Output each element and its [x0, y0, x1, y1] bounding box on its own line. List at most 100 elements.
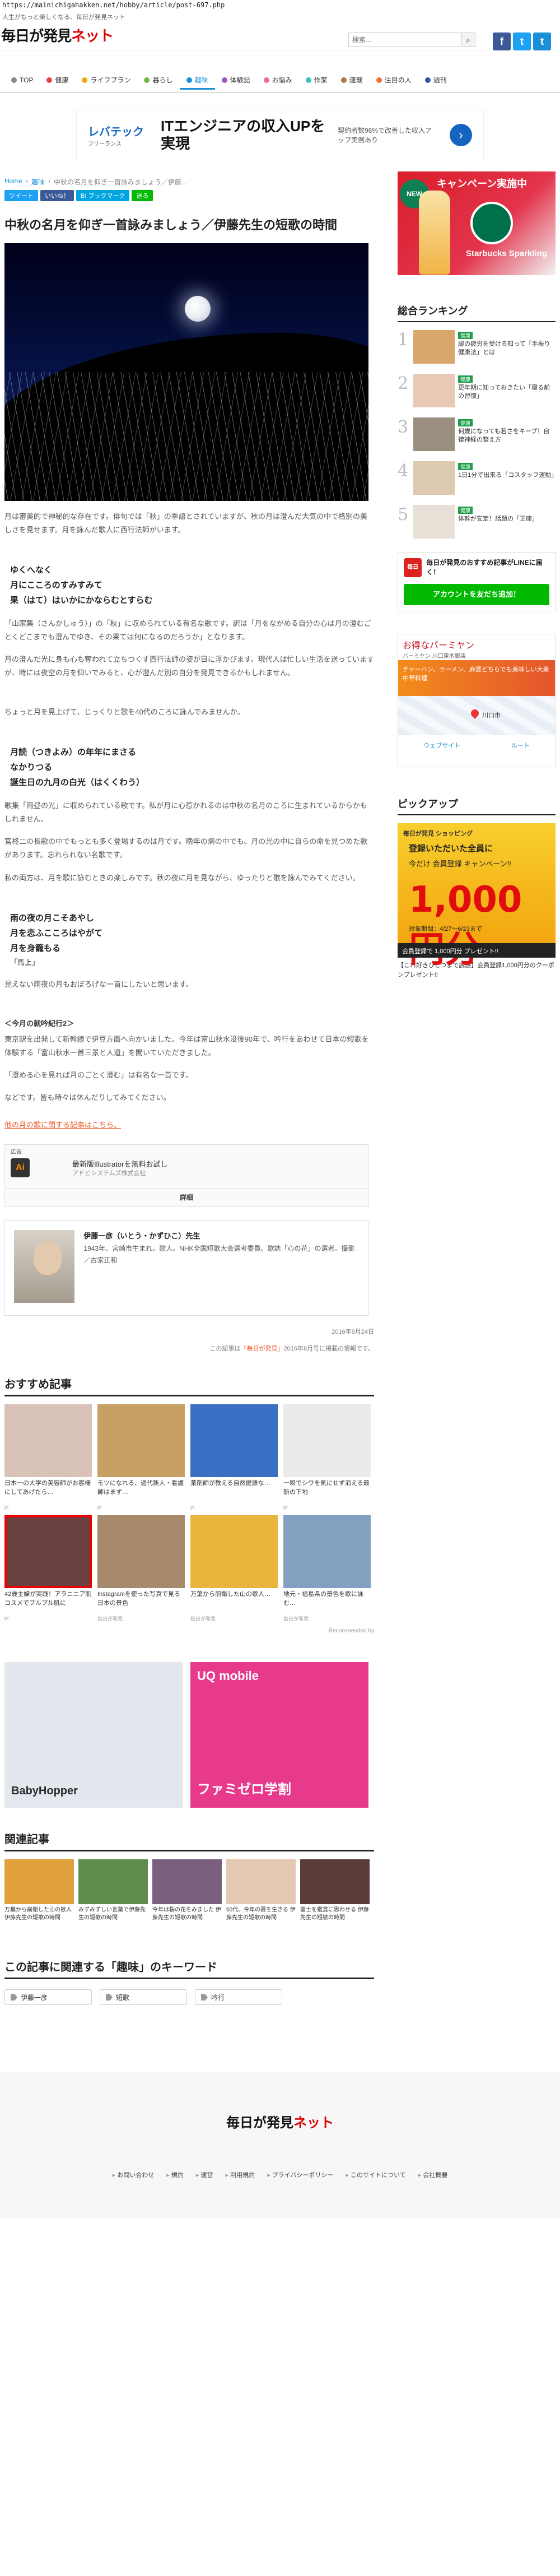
rank-thumbnail: [413, 374, 455, 407]
ranking-item[interactable]: 2 健康 更年期に知っておきたい「寝る前の習慣」: [398, 374, 556, 410]
ad-uq-mobile[interactable]: UQ mobile ファミゼロ学割: [190, 1662, 368, 1808]
url-bar[interactable]: https://mainichigahakken.net/hobby/artic…: [0, 0, 560, 10]
rank-text: 体幹が安定！話題の「正座」: [458, 516, 538, 522]
related-caption: 富士を鑑賞に思わせる 伊藤先生の短歌の時間: [300, 1907, 369, 1921]
footer-link[interactable]: 運営: [196, 2170, 213, 2179]
recommended-card[interactable]: Instagramを使った写真で見る日本の景色 毎日が発見: [97, 1515, 185, 1622]
footer-logo[interactable]: 毎日が発見ネット: [0, 2111, 560, 2131]
recommended-card[interactable]: モツになれる、週代新人・看護師はまず… pr: [97, 1404, 185, 1510]
nav-item[interactable]: 注目の人: [370, 72, 418, 90]
recommended-card[interactable]: 42歳主婦が実践！アラニニア肌コスメでプルプル肌に pr: [4, 1515, 92, 1622]
top-ad-banner[interactable]: レバテック フリーランス ITエンジニアの収入UPを実現 契約者数96%で改善した…: [76, 110, 484, 160]
article-paragraph: 月の澄んだ光に身も心も奪われて立ちつくす西行法師の姿が目に浮かびます。現代人は忙…: [4, 655, 375, 677]
article-paragraph: 宮柊二の長歌の中でもっとも多く登場するのは月です。晩年の病の中でも、月の光の中に…: [4, 837, 368, 860]
credit-link[interactable]: 『毎日が発見』: [241, 1345, 284, 1352]
nav-dot-icon: [305, 77, 311, 83]
ranking-item[interactable]: 1 健康 脚の疲労を受ける知って「手振り健康法」とは: [398, 330, 556, 366]
search-icon[interactable]: ⌕: [461, 33, 475, 47]
twitter-icon[interactable]: t: [513, 33, 531, 50]
nav-dot-icon: [11, 77, 17, 83]
related-link[interactable]: 他の月の歌に関する記事はこちら。: [4, 1119, 121, 1130]
nav-dot-icon: [340, 77, 347, 83]
sidebar-ad-starbucks[interactable]: NEW キャンペーン実施中 Starbucks Sparkling: [398, 171, 556, 275]
related-card[interactable]: 万葉から前衛した山の歌人 伊藤先生の短歌の時間: [4, 1859, 74, 1936]
related-card[interactable]: 今年は桜の花をみました 伊藤先生の短歌の時間: [152, 1859, 222, 1936]
share-button[interactable]: ツイート: [4, 190, 38, 201]
ranking-item[interactable]: 4 健康 1日1分で出来る「コスタッフ運動」: [398, 461, 557, 497]
twitter-icon-alt[interactable]: t: [533, 33, 551, 50]
card-thumbnail: [190, 1515, 278, 1589]
sidebar: NEW キャンペーン実施中 Starbucks Sparkling 総合ランキン…: [398, 171, 557, 2005]
card-caption: 日本一の大学の美容師がお客様にしてあげたら…: [4, 1480, 91, 1496]
ranking-item[interactable]: 3 健康 何歳になっても若さをキープ！自律神経の整え方: [398, 417, 556, 453]
rank-number: 4: [398, 461, 409, 481]
nav-dot-icon: [186, 77, 192, 83]
footer-link[interactable]: 利用規約: [225, 2170, 255, 2179]
author-box: 伊藤一彦（いとう・かずひこ）先生 1943年、宮崎市生まれ。歌人。NHK全国短歌…: [4, 1220, 368, 1316]
website-link[interactable]: ウェブサイト: [423, 741, 460, 750]
recommended-card[interactable]: 万葉から前衛した山の歌人… 毎日が発見: [190, 1515, 278, 1622]
pickup-ad[interactable]: 毎日が発見 ショッピング 登録いただいた全員に 今だけ 会員登録 キャンペーン!…: [398, 823, 556, 971]
inline-ad[interactable]: 広告 Ai 最新版Illustratorを無料お試し アドビシステムズ株式会社 …: [4, 1144, 368, 1208]
nav-item[interactable]: 週刊: [418, 72, 454, 90]
footer-link[interactable]: 規約: [166, 2170, 184, 2179]
footer-link[interactable]: このサイトについて: [346, 2170, 406, 2179]
recommended-card[interactable]: 地元・福島県の景色を歌に詠む… 毎日が発見: [283, 1515, 371, 1622]
recommended-card[interactable]: 一瞬でシワを気にせず消える最新の下地 pr: [283, 1404, 371, 1510]
nav-item[interactable]: 作家: [299, 72, 334, 90]
chevron-right-icon[interactable]: ›: [450, 124, 472, 146]
nav-item[interactable]: 暮らし: [137, 72, 179, 90]
nav-dot-icon: [46, 77, 53, 83]
ranking-item[interactable]: 5 健康 体幹が安定！話題の「正座」: [398, 505, 556, 541]
route-link[interactable]: ルート: [511, 741, 530, 750]
related-card[interactable]: 50代、今年の夏を生きる 伊藤先生の短歌の時間: [226, 1859, 296, 1936]
related-grid: 万葉から前衛した山の歌人 伊藤先生の短歌の時間 みずみずしい言葉で伊藤先生の短歌の…: [4, 1859, 374, 1936]
keyword-tag[interactable]: 短歌: [100, 1989, 187, 2006]
rank-thumbnail: [413, 461, 455, 495]
related-card[interactable]: 富士を鑑賞に思わせる 伊藤先生の短歌の時間: [300, 1859, 370, 1936]
footer-link[interactable]: お問い合わせ: [113, 2170, 154, 2179]
nav-item[interactable]: 体験記: [215, 72, 257, 90]
related-thumbnail: [226, 1859, 296, 1905]
footer-link[interactable]: プライバシーポリシー: [267, 2170, 334, 2179]
share-button[interactable]: 送る: [132, 190, 153, 201]
site-logo[interactable]: 毎日が発見ネット: [1, 25, 114, 45]
recommended-grid: 日本一の大学の美容師がお客様にしてあげたら… pr モツになれる、週代新人・看護師は…: [4, 1404, 374, 1622]
poem-block-1: ゆくへなく 月にこころのすみすみて 果（はて）はいかにかならむとすらむ: [10, 565, 153, 606]
keywords-list: 伊藤一彦 短歌 吟行: [4, 1989, 374, 2006]
ad-babyhopper[interactable]: BabyHopper: [4, 1662, 183, 1808]
share-button[interactable]: いいね！: [40, 190, 74, 201]
article-paragraph: 見えない雨夜の月もおぼろげな一首にしたいと思います。: [4, 980, 193, 988]
footer-link[interactable]: 会社概要: [418, 2170, 447, 2179]
nav-item[interactable]: 趣味: [179, 72, 215, 90]
share-button[interactable]: B! ブックマーク: [76, 190, 130, 201]
breadcrumb: Home › 趣味 › 中秋の名月を仰ぎ一首詠みましょう／伊藤...: [4, 177, 188, 187]
search-input[interactable]: [348, 33, 460, 47]
rank-tag: 健康: [458, 332, 473, 339]
ad-sub: アドビシステムズ株式会社: [72, 1170, 146, 1177]
nav-item[interactable]: 連載: [334, 72, 370, 90]
recommended-by: Recommended by: [328, 1628, 374, 1635]
recommended-card[interactable]: 日本一の大学の美容師がお客様にしてあげたら… pr: [4, 1404, 92, 1510]
card-source: 毎日が発見: [97, 1616, 123, 1622]
ad-subtext: 契約者数96%で改善した収入アップ実例あり: [338, 127, 432, 144]
nav-item[interactable]: お悩み: [257, 72, 299, 90]
keyword-tag[interactable]: 吟行: [195, 1989, 282, 2006]
nav-item[interactable]: TOP: [4, 73, 40, 89]
card-thumbnail: [283, 1404, 371, 1478]
nav-item[interactable]: ライフプラン: [75, 72, 137, 90]
card-source: pr: [283, 1504, 288, 1510]
facebook-icon[interactable]: f: [493, 33, 511, 50]
ad-open-button[interactable]: 詳細: [5, 1189, 368, 1202]
nav-item[interactable]: 健康: [40, 72, 75, 90]
card-thumbnail: [190, 1404, 278, 1478]
publish-date: 2016年8月24日: [332, 1329, 374, 1336]
breadcrumb-home[interactable]: Home: [4, 177, 22, 187]
breadcrumb-category[interactable]: 趣味: [31, 177, 45, 187]
keyword-tag[interactable]: 伊藤一彦: [4, 1989, 92, 2006]
sidebar-map-ad[interactable]: お得なバーミヤン バーミヤン 川口東本郷店 チャーハン、ラーメン、麻婆どちらでも美…: [398, 634, 556, 768]
related-card[interactable]: みずみずしい言葉で伊藤先生の短歌の時間: [78, 1859, 148, 1936]
recommended-card[interactable]: 薬剤師が教える自然健康な… pr: [190, 1404, 278, 1510]
related-thumbnail: [152, 1859, 222, 1905]
line-add-button[interactable]: アカウントを友だち追加！: [404, 584, 549, 605]
